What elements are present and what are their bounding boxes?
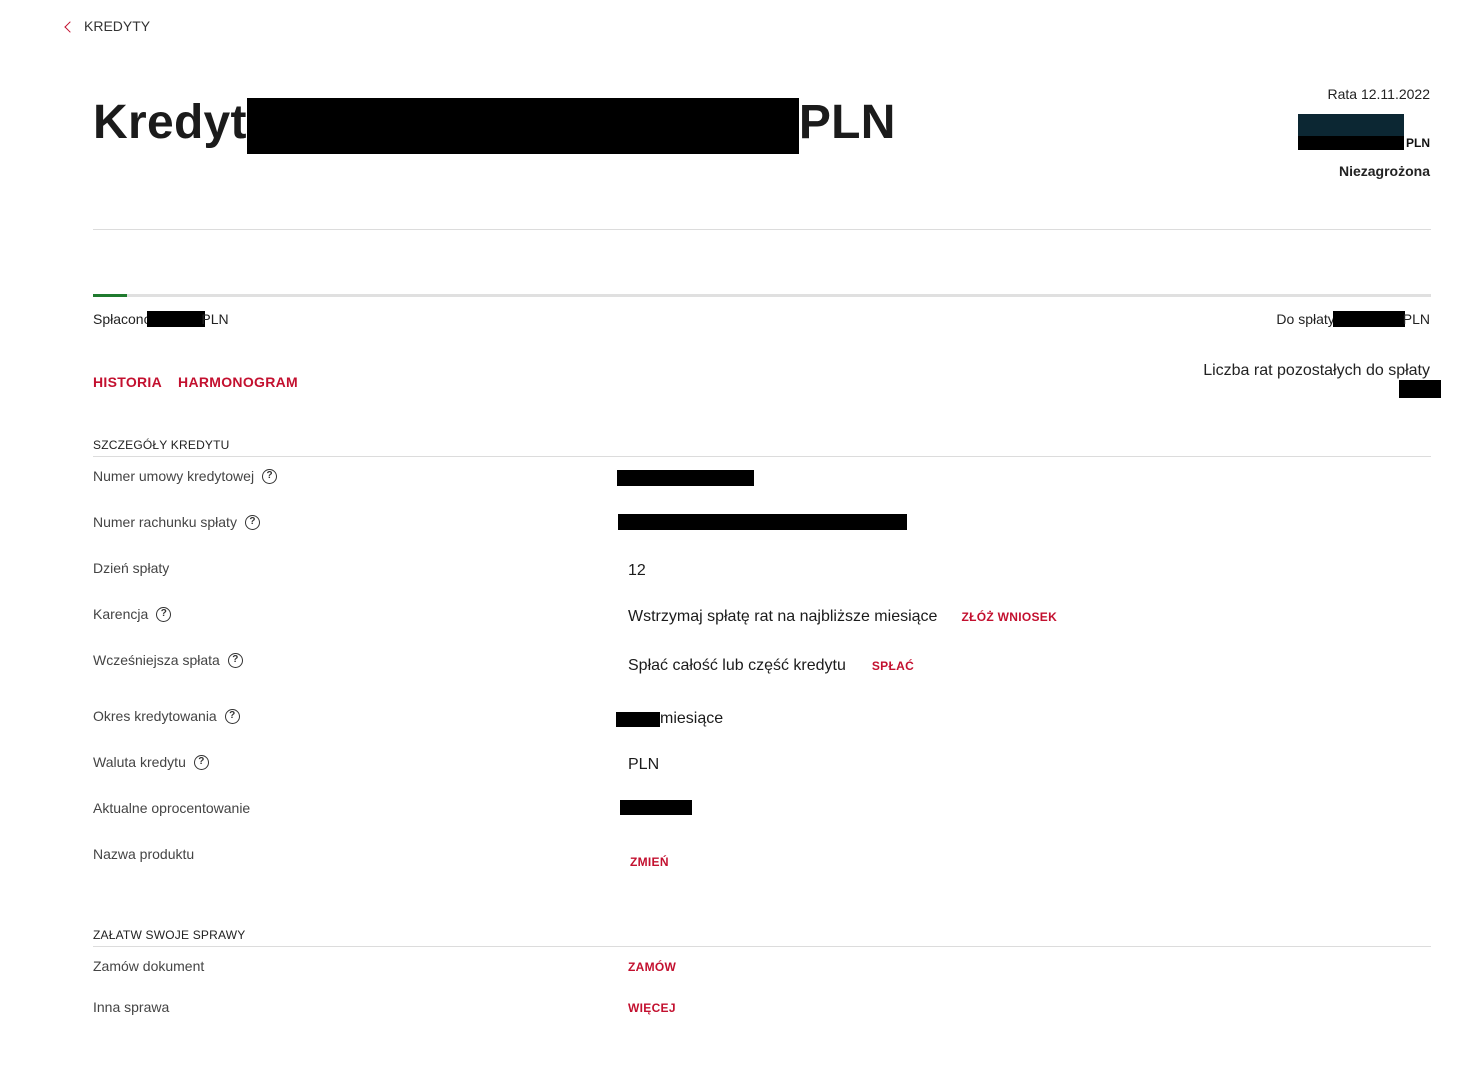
help-icon[interactable]: ?: [244, 514, 260, 530]
details-section-title: SZCZEGÓŁY KREDYTU: [93, 438, 230, 452]
detail-value-interest-rate: [620, 800, 692, 815]
change-product-button[interactable]: ZMIEŃ: [630, 855, 669, 869]
help-icon[interactable]: ?: [224, 708, 240, 724]
installment-date: Rata 12.11.2022: [1327, 86, 1431, 102]
header-divider: [93, 229, 1431, 230]
chevron-left-icon: [64, 20, 76, 33]
detail-label-repayment-account: Numer rachunku spłaty ?: [93, 514, 260, 530]
detail-value-credit-period: miesiące: [616, 710, 723, 728]
detail-label-text: Aktualne oprocentowanie: [93, 800, 251, 816]
affairs-divider: [93, 946, 1431, 947]
affairs-label-order-document: Zamów dokument: [93, 958, 204, 974]
affairs-value-order-document: ZAMÓW: [628, 960, 676, 974]
installment-currency: PLN: [1406, 136, 1430, 150]
order-button[interactable]: ZAMÓW: [628, 960, 676, 974]
redacted-installment-amount: [1298, 114, 1404, 150]
detail-label-text: Wcześniejsza spłata: [93, 652, 220, 668]
affairs-label-other: Inna sprawa: [93, 999, 169, 1015]
affairs-label-text: Inna sprawa: [93, 999, 170, 1015]
redacted-contract-number: [617, 470, 754, 486]
detail-label-contract-number: Numer umowy kredytowej ?: [93, 468, 278, 484]
tab-history[interactable]: HISTORIA: [93, 374, 162, 390]
back-link-label: KREDYTY: [84, 18, 151, 34]
detail-value-grace-period: Wstrzymaj spłatę rat na najbliższe miesi…: [628, 608, 1057, 626]
tab-schedule[interactable]: HARMONOGRAM: [178, 374, 298, 390]
redacted-interest-rate: [620, 800, 692, 815]
early-repayment-text: Spłać całość lub część kredytu: [628, 657, 846, 674]
detail-label-text: Waluta kredytu: [93, 754, 186, 770]
paid-label: Spłacono: [93, 311, 152, 327]
help-icon[interactable]: ?: [262, 468, 278, 484]
paid-currency: PLN: [201, 311, 229, 327]
detail-value-contract-number: [617, 470, 754, 486]
credit-status: Niezagrożona: [1338, 163, 1430, 179]
repayment-progress-bar: [93, 294, 1431, 297]
redacted-due-amount: [1332, 311, 1405, 327]
due-amount: Do spłaty PLN: [1276, 311, 1430, 327]
detail-label-repayment-day: Dzień spłaty: [93, 560, 169, 576]
repay-button[interactable]: SPŁAĆ: [872, 659, 914, 673]
more-button[interactable]: WIĘCEJ: [628, 1001, 676, 1015]
detail-label-credit-period: Okres kredytowania ?: [93, 708, 240, 724]
detail-value-early-repayment: Spłać całość lub część kredytu SPŁAĆ: [628, 657, 914, 675]
credit-tabs: HISTORIA HARMONOGRAM: [93, 374, 298, 390]
help-icon[interactable]: ?: [227, 652, 243, 668]
details-divider: [93, 456, 1431, 457]
affairs-section-title: ZAŁATW SWOJE SPRAWY: [93, 928, 246, 942]
detail-label-interest-rate: Aktualne oprocentowanie: [93, 800, 250, 816]
affairs-label-text: Zamów dokument: [93, 958, 205, 974]
detail-value-credit-currency: PLN: [628, 756, 660, 773]
detail-label-text: Nazwa produktu: [93, 846, 195, 862]
detail-value-repayment-day: 12: [628, 562, 646, 579]
redacted-paid-amount: [147, 311, 206, 327]
redacted-account-number: [618, 514, 907, 530]
detail-label-text: Numer rachunku spłaty: [93, 514, 237, 530]
credit-period-unit: miesiące: [660, 710, 724, 727]
due-currency: PLN: [1402, 311, 1430, 327]
paid-amount: Spłacono PLN: [93, 311, 229, 327]
due-label: Do spłaty: [1276, 311, 1335, 327]
detail-label-text: Karencja: [93, 606, 149, 622]
installment-amount: PLN: [1298, 114, 1430, 150]
remaining-installments-label: Liczba rat pozostałych do spłaty: [1203, 362, 1430, 379]
redacted-credit-period: [616, 711, 660, 727]
help-icon[interactable]: ?: [156, 606, 172, 622]
detail-label-text: Numer umowy kredytowej: [93, 468, 255, 484]
redacted-credit-name: [246, 98, 799, 154]
title-prefix: Kredyt: [93, 95, 247, 149]
title-suffix: PLN: [798, 95, 896, 149]
help-icon[interactable]: ?: [193, 754, 209, 770]
page-title: Kredyt PLN: [93, 90, 896, 154]
detail-label-text: Okres kredytowania: [93, 708, 217, 724]
detail-value-product-name: ZMIEŃ: [630, 855, 669, 869]
submit-request-button[interactable]: ZŁÓŻ WNIOSEK: [961, 610, 1057, 624]
detail-label-product-name: Nazwa produktu: [93, 846, 194, 862]
redacted-remaining-installments: [1399, 380, 1441, 398]
detail-value-repayment-account: [618, 514, 907, 530]
grace-period-text: Wstrzymaj spłatę rat na najbliższe miesi…: [628, 608, 938, 625]
detail-label-early-repayment: Wcześniejsza spłata ?: [93, 652, 243, 668]
detail-label-grace-period: Karencja ?: [93, 606, 172, 622]
detail-label-text: Dzień spłaty: [93, 560, 170, 576]
installment-info: Rata 12.11.2022: [1328, 86, 1431, 102]
back-to-credits-link[interactable]: KREDYTY: [64, 18, 151, 34]
repayment-progress-fill: [93, 294, 127, 297]
affairs-value-other: WIĘCEJ: [628, 1001, 676, 1015]
detail-label-credit-currency: Waluta kredytu ?: [93, 754, 209, 770]
